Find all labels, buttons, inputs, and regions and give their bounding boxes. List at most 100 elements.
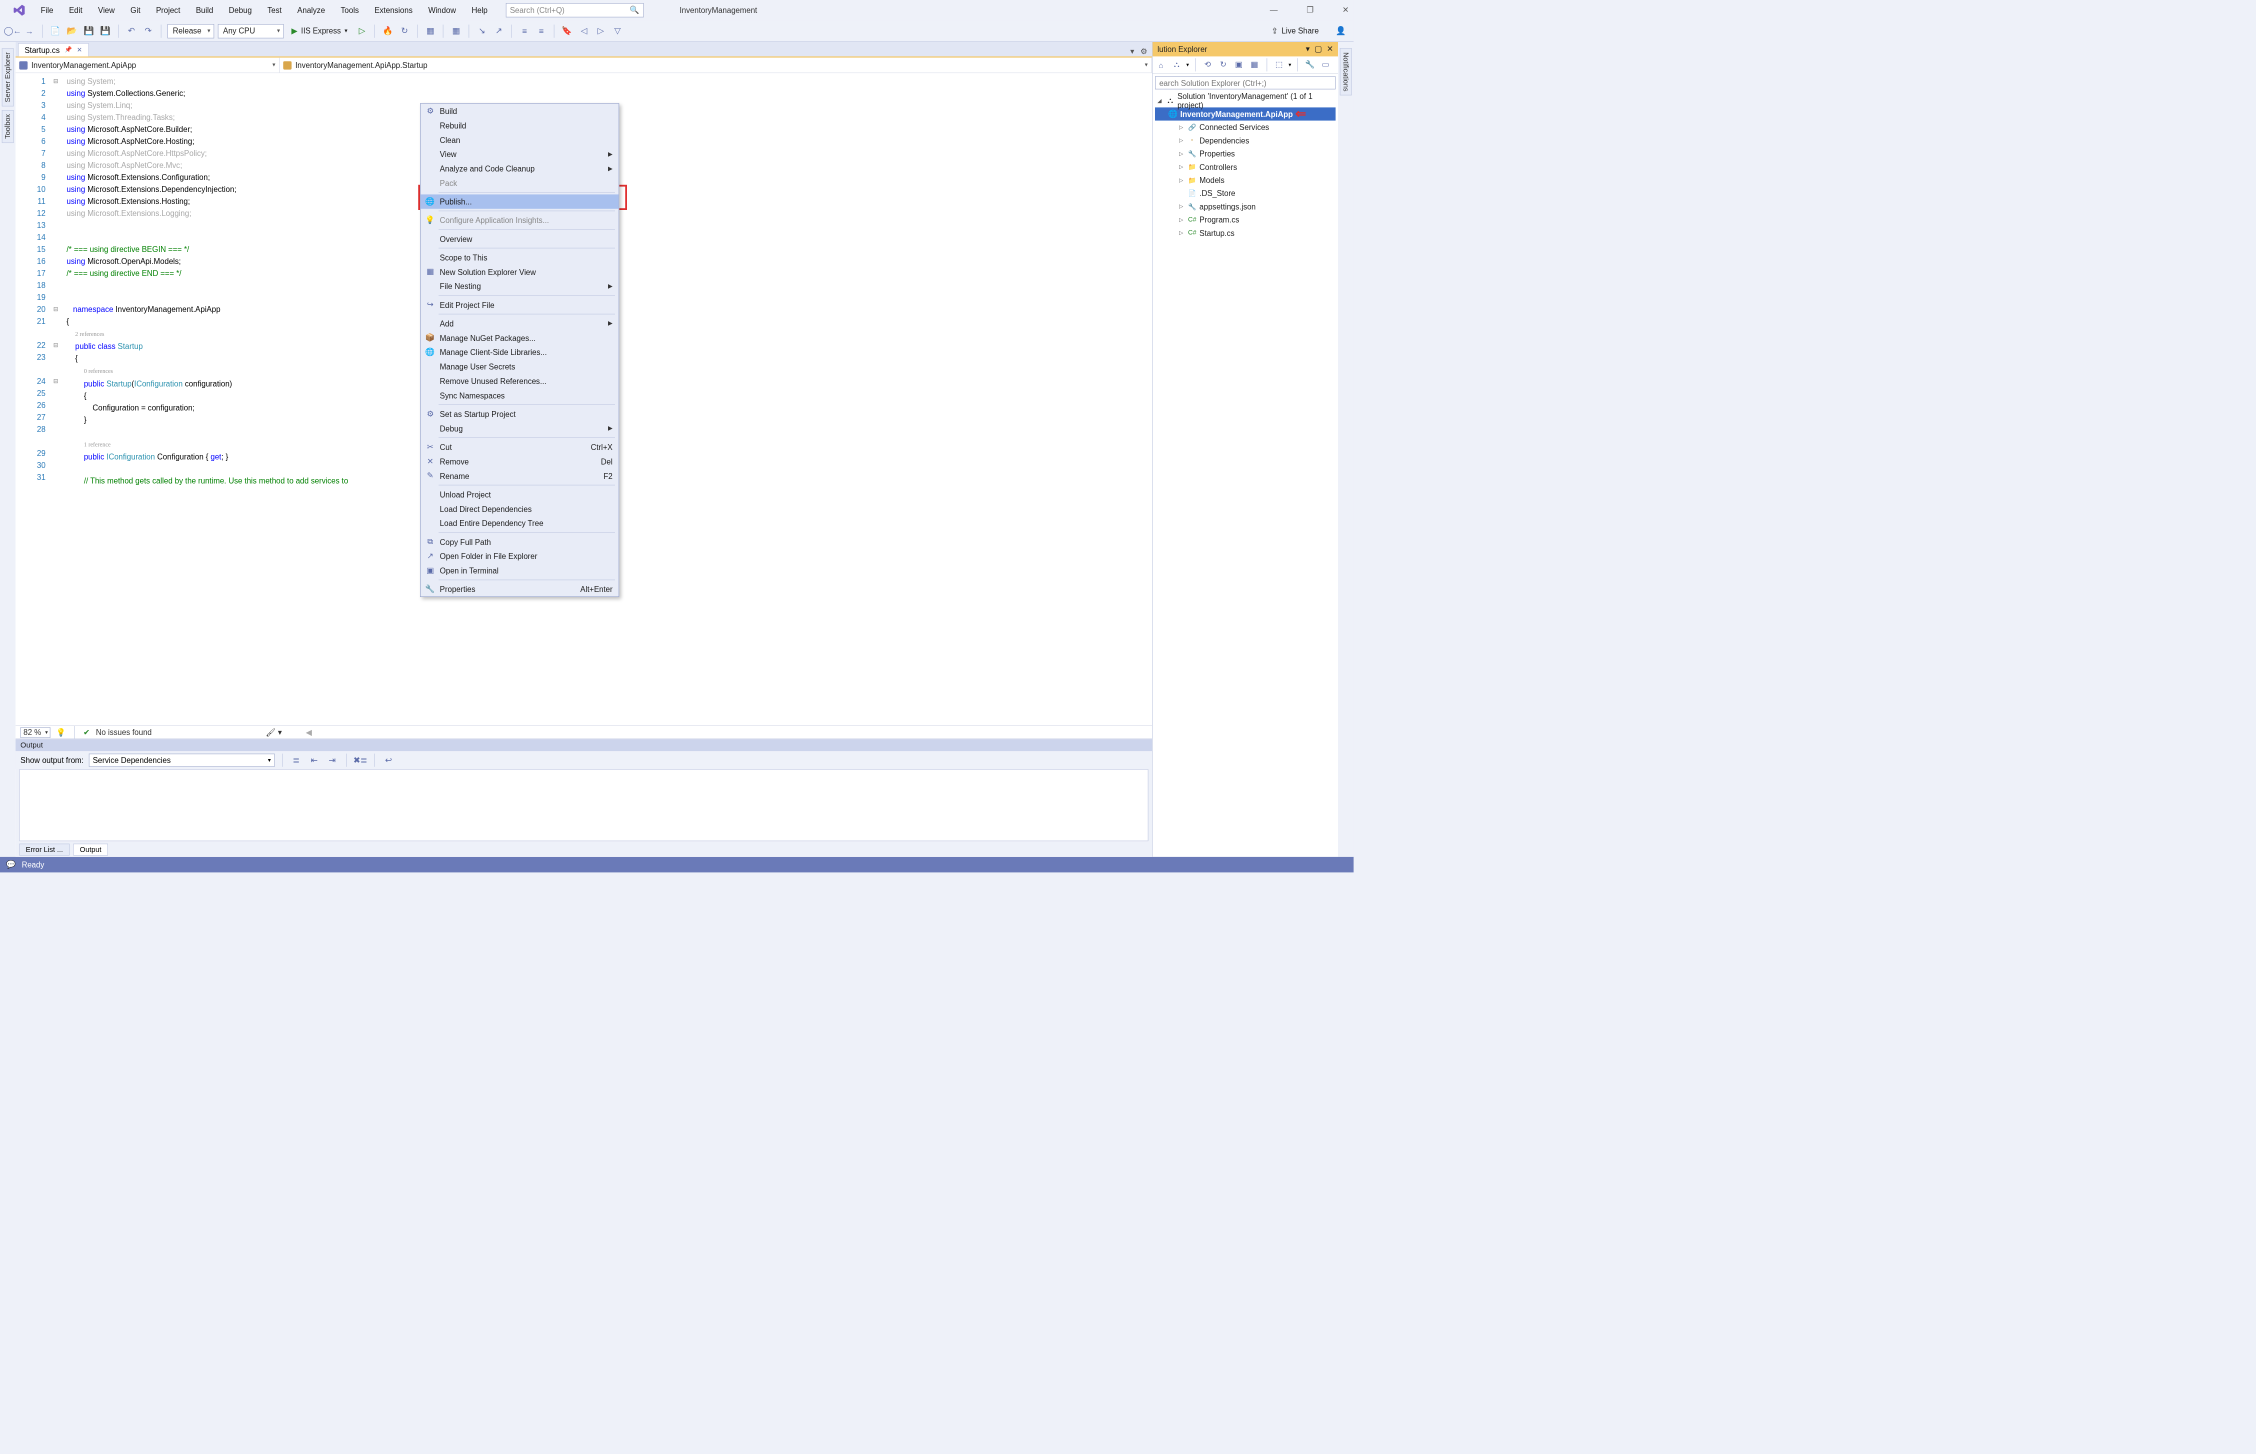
ctx-open-folder-in-file-explorer[interactable]: ↗Open Folder in File Explorer [421,549,619,563]
ctx-add[interactable]: Add▶ [421,316,619,330]
ctx-sync-namespaces[interactable]: Sync Namespaces [421,388,619,402]
menu-test[interactable]: Test [267,6,281,15]
sln-props-icon[interactable]: 🔧 [1304,59,1316,71]
tree-node[interactable]: 📄.DS_Store [1155,187,1336,200]
config-combo[interactable]: Release [167,24,214,38]
server-explorer-tab[interactable]: Server Explorer [2,48,14,106]
bookmark-icon[interactable]: 🔖 [561,24,574,37]
ctx-manage-client-side-libraries-[interactable]: 🌐Manage Client-Side Libraries... [421,345,619,359]
ctx-unload-project[interactable]: Unload Project [421,487,619,501]
menu-extensions[interactable]: Extensions [374,6,412,15]
ctx-scope-to-this[interactable]: Scope to This [421,250,619,264]
menu-analyze[interactable]: Analyze [297,6,325,15]
ctx-overview[interactable]: Overview [421,232,619,246]
menu-git[interactable]: Git [130,6,140,15]
open-button[interactable]: 📂 [65,24,78,37]
ctx-view[interactable]: View▶ [421,147,619,161]
tab-close-icon[interactable]: ✕ [77,46,83,54]
sln-switch-icon[interactable]: ⛬ [1171,59,1183,71]
zoom-combo[interactable]: 82 % [20,727,50,738]
ctx-analyze-and-code-cleanup[interactable]: Analyze and Code Cleanup▶ [421,161,619,175]
ctx-remove[interactable]: ✕RemoveDel [421,454,619,468]
sln-dropdown-icon[interactable]: ▾ [1306,44,1310,54]
output-clear-icon[interactable]: ✖≣ [354,754,367,767]
sln-nest-icon[interactable]: ⬚ [1273,59,1285,71]
tree-node[interactable]: ▷▫Dependencies [1155,134,1336,147]
sln-close-icon[interactable]: ✕ [1327,44,1334,54]
sln-root[interactable]: ◢ ⛬ Solution 'InventoryManagement' (1 of… [1155,94,1336,107]
output-source-combo[interactable]: Service Dependencies [89,754,275,767]
sln-preview-icon[interactable]: ▭ [1319,59,1331,71]
ctx-clean[interactable]: Clean [421,133,619,147]
menu-edit[interactable]: Edit [69,6,82,15]
search-box[interactable]: Search (Ctrl+Q) 🔍 [506,3,644,17]
tab-settings-icon[interactable]: ⚙ [1140,47,1147,57]
tree-node[interactable]: ▷🔧Properties [1155,147,1336,160]
tree-node[interactable]: ▷C#Startup.cs [1155,226,1336,239]
sln-sync-icon[interactable]: ⟲ [1202,59,1214,71]
toolbox-tab[interactable]: Toolbox [2,110,14,143]
sln-pin-icon[interactable]: ▢ [1314,44,1321,54]
maximize-button[interactable]: ❐ [1306,5,1313,15]
notifications-tab[interactable]: Notifications [1340,48,1352,96]
undo-button[interactable]: ↶ [125,24,138,37]
save-all-button[interactable]: 💾 [99,24,112,37]
nav-class-combo[interactable]: InventoryManagement.ApiApp.Startup [280,58,1152,73]
ctx-properties[interactable]: 🔧PropertiesAlt+Enter [421,582,619,596]
ctx-new-solution-explorer-view[interactable]: ▦New Solution Explorer View [421,265,619,279]
ctx-edit-project-file[interactable]: ↪Edit Project File [421,298,619,312]
output-body[interactable] [19,769,1148,841]
menu-build[interactable]: Build [196,6,213,15]
menu-view[interactable]: View [98,6,115,15]
live-share-button[interactable]: Live Share [1282,26,1319,35]
next-icon[interactable]: ▷ [594,24,607,37]
tool-icon[interactable]: ▦ [424,24,437,37]
ctx-build[interactable]: ⚙Build [421,104,619,118]
align-icon-2[interactable]: ≡ [535,24,548,37]
output-tool-3[interactable]: ⇥ [326,754,339,767]
ctx-manage-user-secrets[interactable]: Manage User Secrets [421,359,619,373]
minimize-button[interactable]: — [1270,5,1278,15]
menu-debug[interactable]: Debug [229,6,252,15]
new-item-button[interactable]: 📄 [49,24,62,37]
sln-showall-icon[interactable]: ▦ [1248,59,1260,71]
menu-file[interactable]: File [41,6,54,15]
save-button[interactable]: 💾 [82,24,95,37]
ctx-rebuild[interactable]: Rebuild [421,118,619,132]
sln-refresh-icon[interactable]: ↻ [1217,59,1229,71]
tool-icon-2[interactable]: ▦ [450,24,463,37]
tree-node[interactable]: ▷📁Models [1155,173,1336,186]
account-icon[interactable]: 👤 [1334,24,1347,37]
clear-icon[interactable]: ▽ [611,24,624,37]
document-tab[interactable]: Startup.cs 📌 ✕ [18,43,89,56]
ctx-publish-[interactable]: 🌐Publish... [421,194,619,208]
nav-project-combo[interactable]: InventoryManagement.ApiApp [16,58,280,73]
ctx-open-in-terminal[interactable]: ▣Open in Terminal [421,563,619,577]
output-wrap-icon[interactable]: ↩ [382,754,395,767]
sln-collapse-icon[interactable]: ▣ [1233,59,1245,71]
step-icon[interactable]: ↘ [475,24,488,37]
prev-icon[interactable]: ◁ [577,24,590,37]
ctx-load-direct-dependencies[interactable]: Load Direct Dependencies [421,502,619,516]
ctx-copy-full-path[interactable]: ⧉Copy Full Path [421,535,619,549]
close-button[interactable]: ✕ [1342,5,1349,15]
output-tool-1[interactable]: ≣ [290,754,303,767]
ctx-configure-application-insights-[interactable]: 💡Configure Application Insights... [421,213,619,227]
prev-issue-icon[interactable]: ◀ [306,728,312,738]
output-tab[interactable]: Output [73,844,108,856]
pin-icon[interactable]: 📌 [65,47,72,54]
tree-node[interactable]: ▷🔧appsettings.json [1155,200,1336,213]
tree-node[interactable]: ▷C#Program.cs [1155,213,1336,226]
ctx-cut[interactable]: ✂CutCtrl+X [421,440,619,454]
ctx-remove-unused-references-[interactable]: Remove Unused References... [421,374,619,388]
tree-node[interactable]: ▷🔗Connected Services [1155,121,1336,134]
menu-project[interactable]: Project [156,6,180,15]
ctx-debug[interactable]: Debug▶ [421,421,619,435]
sln-home-icon[interactable]: ⌂ [1155,59,1167,71]
tree-node[interactable]: ▷📁Controllers [1155,160,1336,173]
menu-window[interactable]: Window [428,6,456,15]
ctx-pack[interactable]: Pack [421,176,619,190]
brush-icon[interactable]: 🖌 ▾ [266,728,282,738]
sln-search-input[interactable] [1155,76,1336,89]
step-icon-2[interactable]: ↗ [492,24,505,37]
